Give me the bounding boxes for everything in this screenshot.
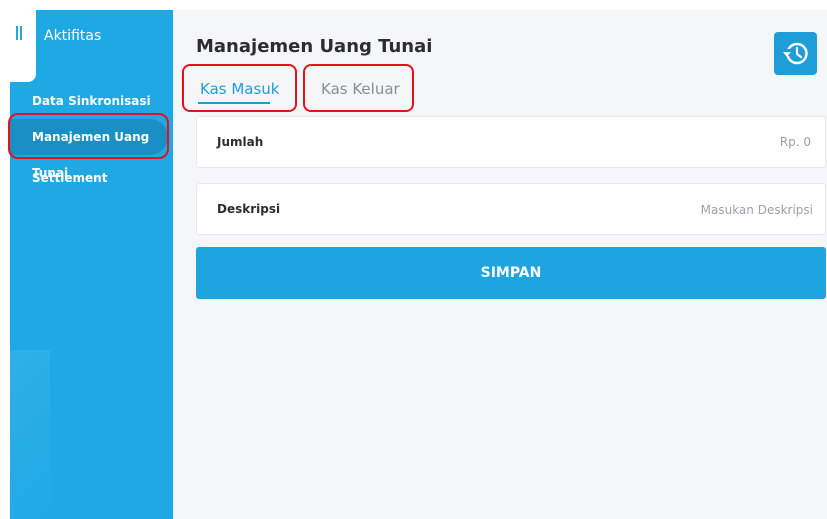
description-input[interactable] <box>571 196 815 224</box>
description-label: Deskripsi <box>217 202 281 216</box>
sidebar-item-label: Settlement <box>32 171 108 185</box>
sidebar-item-label: Data Sinkronisasi <box>32 94 151 108</box>
history-button[interactable] <box>774 32 817 75</box>
tab-active-indicator <box>198 102 270 104</box>
sidebar-item-settlement[interactable]: Settlement <box>10 168 173 188</box>
tab-label: Kas Masuk <box>200 80 280 98</box>
sidebar-title: Aktifitas <box>44 28 102 44</box>
sidebar-item-manajemen-uang-tunai[interactable]: Manajemen Uang Tunai <box>10 119 168 180</box>
amount-value[interactable]: Rp. 0 <box>780 135 811 149</box>
tab-label: Kas Keluar <box>321 80 400 98</box>
sidebar-header: Aktifitas <box>10 10 173 82</box>
amount-field[interactable]: Jumlah Rp. 0 <box>196 116 826 168</box>
tab-kas-masuk[interactable]: Kas Masuk <box>182 64 297 112</box>
sidebar-decoration <box>10 350 50 519</box>
tab-kas-keluar[interactable]: Kas Keluar <box>303 64 414 112</box>
save-button[interactable]: SIMPAN <box>196 247 826 299</box>
sidebar-item-data-sinkronisasi[interactable]: Data Sinkronisasi <box>10 90 173 112</box>
main-content: Manajemen Uang Tunai Kas Masuk Kas Kelua… <box>173 10 827 519</box>
page-title: Manajemen Uang Tunai <box>196 36 433 57</box>
description-field[interactable]: Deskripsi <box>196 183 826 235</box>
sidebar-toggle[interactable] <box>10 10 36 82</box>
app-screen: Aktifitas Data Sinkronisasi Manajemen Ua… <box>8 10 827 519</box>
menu-handle-icon <box>16 26 22 40</box>
history-icon <box>783 42 808 65</box>
amount-label: Jumlah <box>217 135 264 149</box>
sidebar: Aktifitas Data Sinkronisasi Manajemen Ua… <box>8 10 173 519</box>
